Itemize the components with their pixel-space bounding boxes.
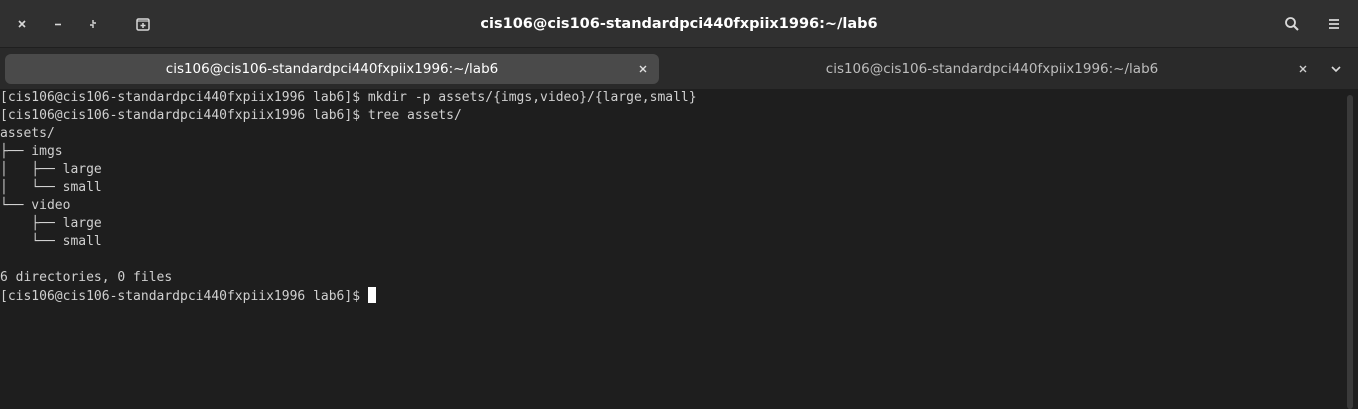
terminal-line: [cis106@cis106-standardpci440fxpiix1996 … xyxy=(0,108,462,123)
terminal-line: └── small xyxy=(0,234,102,249)
chevron-down-icon[interactable] xyxy=(1326,61,1346,77)
terminal-line: │ ├── large xyxy=(0,162,102,177)
terminal-prompt: [cis106@cis106-standardpci440fxpiix1996 … xyxy=(0,289,368,304)
tab-terminal-1[interactable]: cis106@cis106-standardpci440fxpiix1996:~… xyxy=(5,54,659,84)
terminal-line: 6 directories, 0 files xyxy=(0,270,173,285)
terminal-prompt-line[interactable]: [cis106@cis106-standardpci440fxpiix1996 … xyxy=(0,287,1344,305)
tab-close-icon[interactable] xyxy=(1295,61,1311,77)
scrollbar-thumb[interactable] xyxy=(1347,95,1353,409)
terminal-line: assets/ xyxy=(0,126,55,141)
scrollbar[interactable] xyxy=(1344,89,1358,409)
tab-close-icon[interactable] xyxy=(635,61,651,77)
terminal-line: [cis106@cis106-standardpci440fxpiix1996 … xyxy=(0,90,697,105)
new-tab-icon[interactable] xyxy=(130,11,156,37)
text-cursor xyxy=(367,287,376,303)
terminal-line: └── video xyxy=(0,198,71,213)
terminal-line: ├── imgs xyxy=(0,144,63,159)
tab-terminal-2[interactable]: cis106@cis106-standardpci440fxpiix1996:~… xyxy=(665,54,1319,84)
menu-icon[interactable] xyxy=(1321,11,1347,37)
header-bar: cis106@cis106-standardpci440fxpiix1996:~… xyxy=(0,0,1358,48)
terminal-line: ├── large xyxy=(0,216,102,231)
terminal-view[interactable]: [cis106@cis106-standardpci440fxpiix1996 … xyxy=(0,89,1344,409)
tab-label: cis106@cis106-standardpci440fxpiix1996:~… xyxy=(165,61,499,77)
window-title: cis106@cis106-standardpci440fxpiix1996:~… xyxy=(480,16,878,32)
close-icon[interactable] xyxy=(9,11,35,37)
search-icon[interactable] xyxy=(1279,11,1305,37)
tab-bar: cis106@cis106-standardpci440fxpiix1996:~… xyxy=(0,48,1358,89)
tab-label: cis106@cis106-standardpci440fxpiix1996:~… xyxy=(825,61,1159,77)
terminal-line: │ └── small xyxy=(0,180,102,195)
minimize-icon[interactable] xyxy=(45,11,71,37)
restore-icon[interactable] xyxy=(80,11,106,37)
